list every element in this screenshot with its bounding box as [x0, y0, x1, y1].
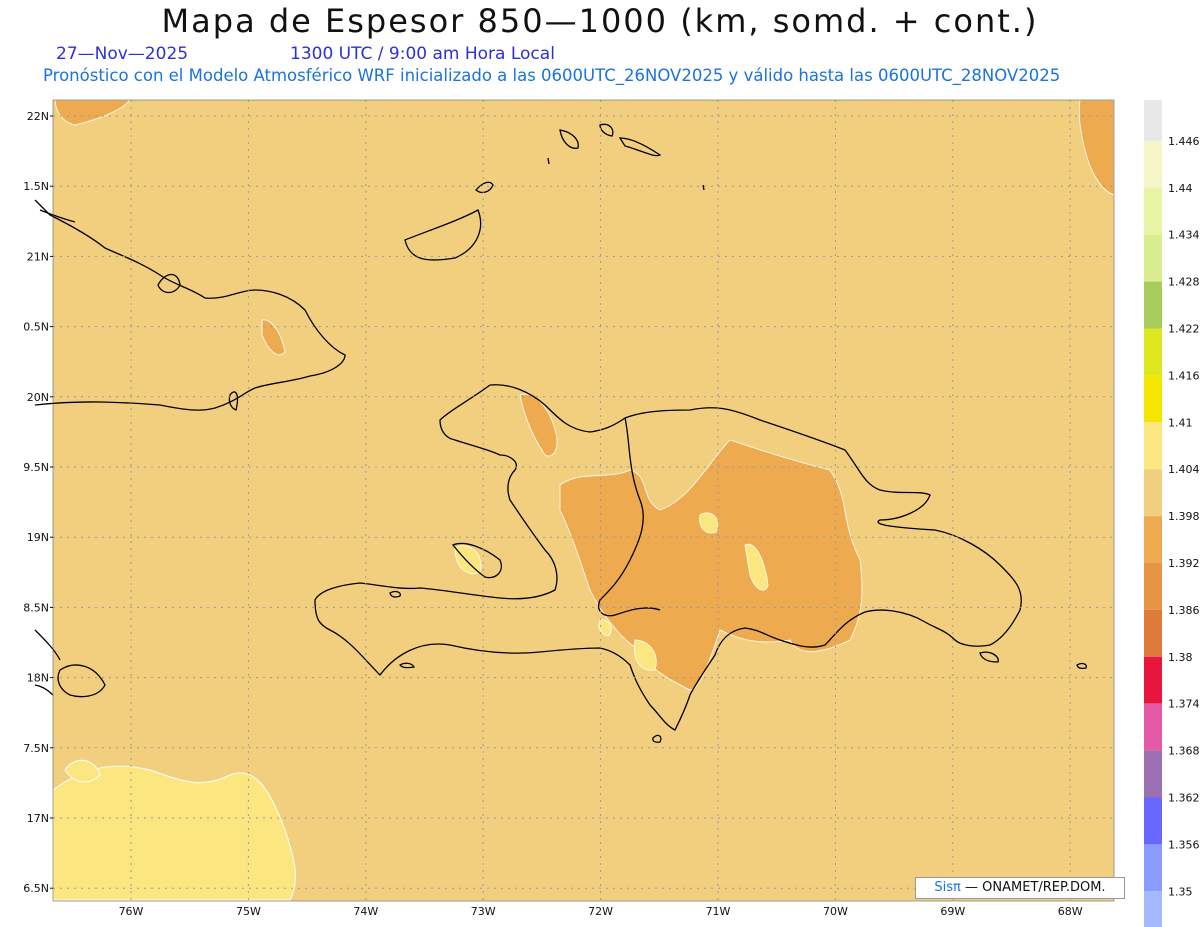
forecast-description: Pronóstico con el Modelo Atmosférico WRF…	[43, 66, 1061, 85]
forecast-date: 27—Nov—2025	[56, 44, 189, 64]
lat-label: 22N	[27, 110, 49, 123]
lat-label: 9.5N	[23, 461, 49, 474]
high-thickness-region-sw	[52, 765, 296, 901]
credit-box: Sisπ — ONAMET/REP.DOM.	[915, 877, 1125, 899]
legend-label: 1.35	[1168, 885, 1193, 898]
legend-label: 1.428	[1168, 276, 1200, 289]
thickness-map: 22N 1.5N 21N 0.5N 20N 9.5N 19N 8.5N 18N 7.5N 17N 6.…	[23, 99, 1200, 927]
legend-label: 1.392	[1168, 557, 1200, 570]
legend-swatch	[1144, 750, 1162, 798]
color-legend: 1.446 1.44 1.434 1.428 1.422 1.416 1.41 1.404 1.…	[1144, 100, 1200, 927]
lon-label: 74W	[353, 905, 378, 918]
legend-label: 1.368	[1168, 745, 1200, 758]
forecast-time: 1300 UTC / 9:00 am Hora Local	[290, 44, 555, 64]
legend-label: 1.422	[1168, 323, 1200, 336]
credit-brand: Sisπ	[934, 880, 961, 895]
legend-swatch	[1144, 234, 1162, 282]
legend-swatch	[1144, 516, 1162, 563]
lon-label: 75W	[236, 905, 261, 918]
legend-label: 1.446	[1168, 135, 1200, 148]
lat-label: 6.5N	[23, 882, 49, 895]
legend-swatch	[1144, 375, 1162, 423]
legend-label: 1.398	[1168, 510, 1200, 523]
lat-label: 1.5N	[23, 180, 49, 193]
legend-swatch-top	[1144, 100, 1162, 141]
legend-swatch	[1144, 563, 1162, 610]
lon-label: 72W	[588, 905, 613, 918]
lat-label: 20N	[27, 391, 49, 404]
latitude-labels: 22N 1.5N 21N 0.5N 20N 9.5N 19N 8.5N 18N 7.5N 17N 6.…	[23, 110, 53, 895]
legend-swatch	[1144, 187, 1162, 235]
legend-swatch	[1144, 656, 1162, 704]
map-title: Mapa de Espesor 850—1000 (km, somd. + co…	[161, 2, 1039, 40]
legend-label: 1.374	[1168, 698, 1200, 711]
longitude-labels: 76W 75W 74W 73W 72W 71W 70W 69W 68W	[119, 905, 1083, 918]
lat-label: 0.5N	[23, 321, 49, 334]
legend-label: 1.38	[1168, 651, 1193, 664]
lat-label: 18N	[27, 672, 49, 685]
legend-swatch	[1144, 844, 1162, 892]
legend-swatch	[1144, 422, 1162, 470]
lon-label: 71W	[706, 905, 731, 918]
lon-label: 69W	[940, 905, 965, 918]
legend-label: 1.386	[1168, 604, 1200, 617]
lon-label: 73W	[471, 905, 496, 918]
lon-label: 76W	[119, 905, 144, 918]
legend-label: 1.416	[1168, 369, 1200, 382]
legend-swatch	[1144, 469, 1162, 517]
legend-label: 1.362	[1168, 792, 1200, 805]
legend-label: 1.44	[1168, 182, 1193, 195]
legend-label: 1.356	[1168, 838, 1200, 851]
lat-label: 17N	[27, 812, 49, 825]
legend-label: 1.404	[1168, 463, 1200, 476]
credit-text: — ONAMET/REP.DOM.	[965, 880, 1106, 895]
legend-swatch	[1144, 609, 1162, 657]
legend-swatch	[1144, 281, 1162, 329]
legend-label: 1.434	[1168, 229, 1200, 242]
lat-label: 19N	[27, 531, 49, 544]
legend-swatch	[1144, 891, 1162, 927]
lon-label: 70W	[823, 905, 848, 918]
legend-swatch	[1144, 703, 1162, 751]
lat-label: 8.5N	[23, 601, 49, 614]
legend-swatch	[1144, 140, 1162, 188]
lat-label: 7.5N	[23, 742, 49, 755]
lon-label: 68W	[1058, 905, 1083, 918]
lat-label: 21N	[27, 250, 49, 263]
legend-swatch	[1144, 328, 1162, 376]
legend-swatch	[1144, 797, 1162, 845]
legend-label: 1.41	[1168, 416, 1193, 429]
